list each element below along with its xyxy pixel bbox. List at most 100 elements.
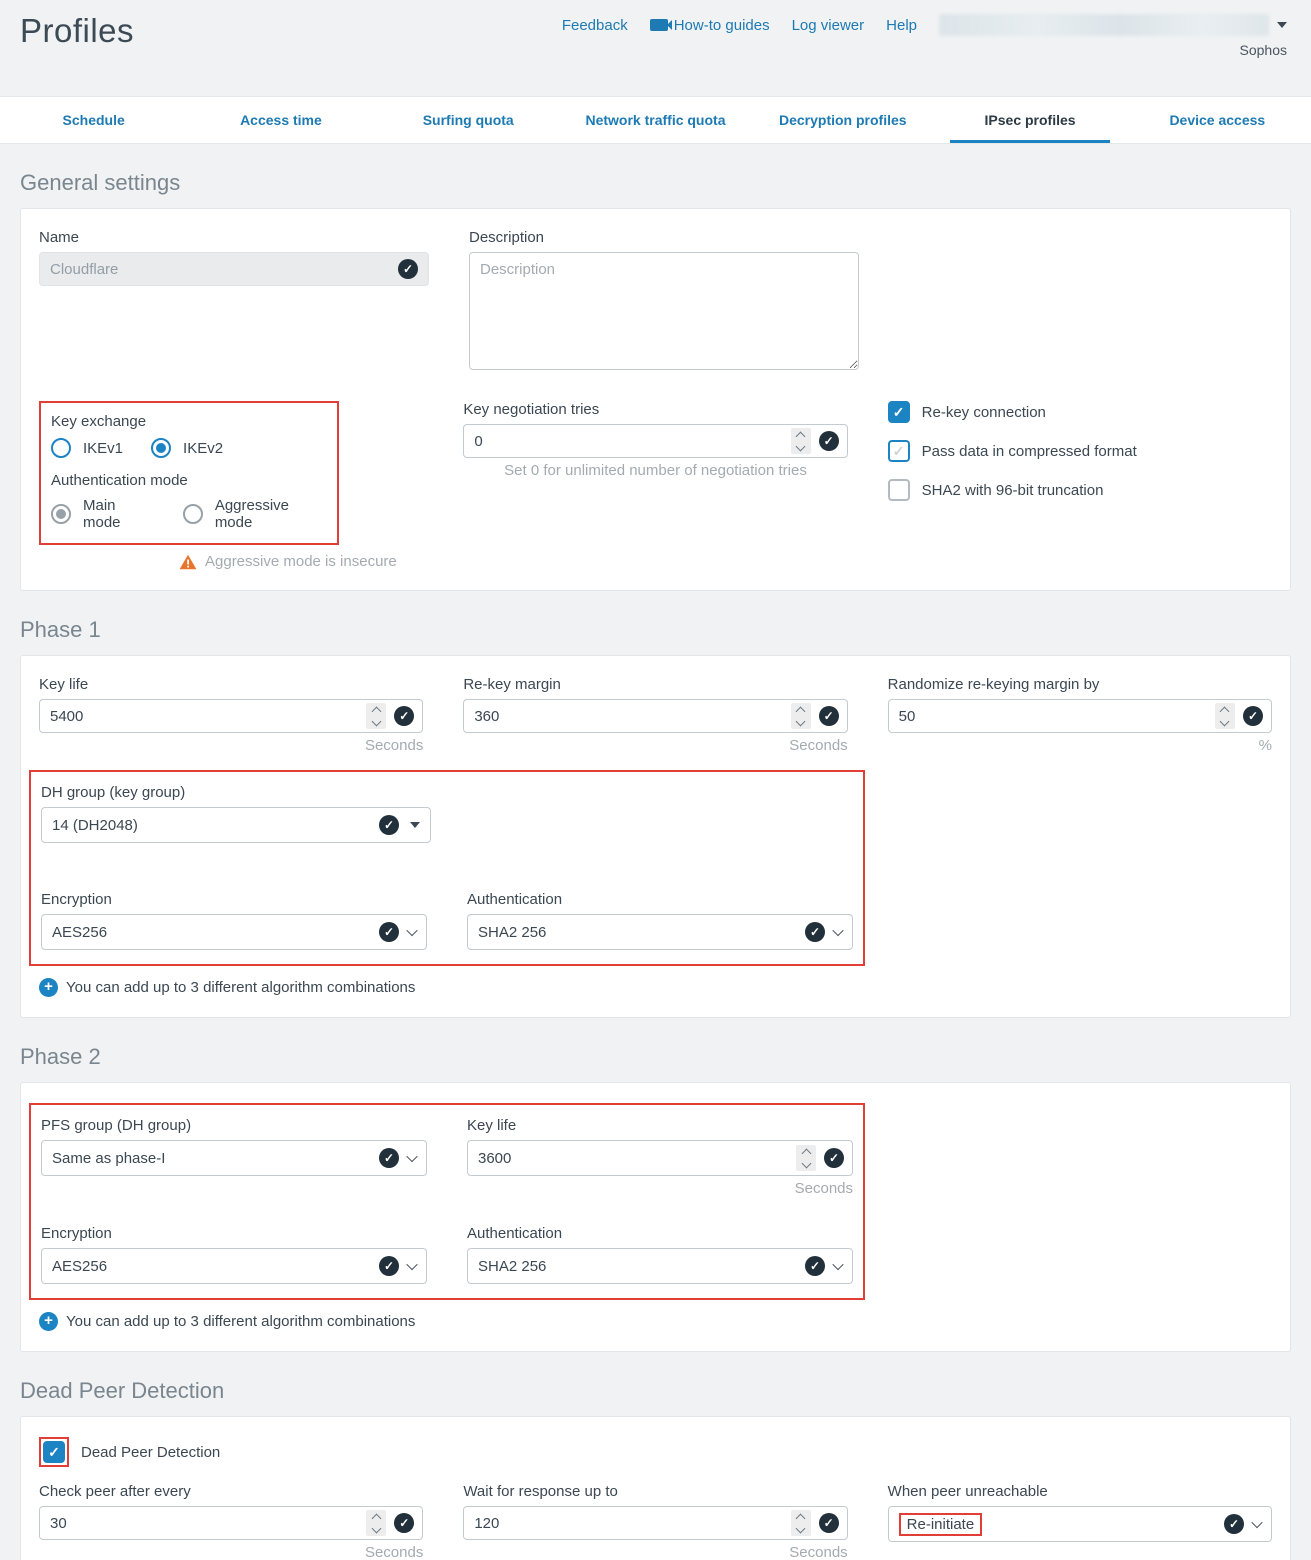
dpd-checkbox-highlight-box: ✓ — [39, 1437, 69, 1467]
p2-key-life-field: ✓ — [467, 1140, 853, 1176]
valid-check-icon: ✓ — [379, 1256, 399, 1276]
stepper-up-icon — [796, 1513, 806, 1523]
dpd-unreachable-value: Re-initiate — [899, 1513, 983, 1536]
description-label: Description — [469, 229, 859, 246]
dropdown-caret-icon — [410, 822, 420, 828]
p2-encryption-value: AES256 — [52, 1258, 373, 1275]
plus-circle-icon: + — [39, 978, 58, 997]
chevron-down-icon — [406, 925, 417, 936]
tab-access-time[interactable]: Access time — [187, 97, 374, 143]
feedback-link[interactable]: Feedback — [562, 17, 628, 34]
dpd-unreachable-value-wrap: Re-initiate — [899, 1513, 1218, 1536]
stepper-control[interactable] — [366, 1510, 386, 1536]
valid-check-icon: ✓ — [379, 1148, 399, 1168]
p1-encryption-select[interactable]: AES256 ✓ — [41, 914, 427, 950]
top-links: Feedback How-to guides Log viewer Help — [562, 14, 1287, 36]
p2-pfs-value: Same as phase-I — [52, 1150, 373, 1167]
key-negotiation-help: Set 0 for unlimited number of negotiatio… — [463, 462, 847, 479]
p2-encryption-select[interactable]: AES256 ✓ — [41, 1248, 427, 1284]
log-viewer-link[interactable]: Log viewer — [792, 17, 865, 34]
compressed-format-checkbox[interactable]: ✓ — [888, 440, 910, 462]
key-negotiation-input[interactable] — [474, 433, 790, 450]
tab-device-access[interactable]: Device access — [1124, 97, 1311, 143]
compressed-format-row: ✓ Pass data in compressed format — [888, 440, 1272, 462]
p2-authentication-select[interactable]: SHA2 256 ✓ — [467, 1248, 853, 1284]
p2-authentication-value: SHA2 256 — [478, 1258, 799, 1275]
p1-key-life-field: ✓ — [39, 699, 423, 733]
p1-authentication-label: Authentication — [467, 891, 853, 908]
p1-rekey-margin-input[interactable] — [474, 708, 790, 725]
stepper-control[interactable] — [791, 703, 811, 729]
tab-ipsec-profiles[interactable]: IPsec profiles — [936, 97, 1123, 143]
dpd-wait-input[interactable] — [474, 1515, 790, 1532]
aggressive-warning-text: Aggressive mode is insecure — [205, 553, 397, 570]
rekey-connection-row: ✓ Re-key connection — [888, 401, 1272, 423]
stepper-up-icon — [1220, 706, 1230, 716]
dpd-enable-checkbox[interactable]: ✓ — [43, 1441, 65, 1463]
p1-key-life-label: Key life — [39, 676, 423, 693]
dpd-unreachable-label: When peer unreachable — [888, 1483, 1272, 1500]
stepper-down-icon — [1220, 716, 1230, 726]
valid-check-icon: ✓ — [805, 922, 825, 942]
phase2-heading: Phase 2 — [20, 1044, 1291, 1070]
radio-ikev1[interactable] — [51, 438, 71, 458]
p1-rekey-margin-label: Re-key margin — [463, 676, 847, 693]
valid-check-icon: ✓ — [819, 706, 839, 726]
name-field-shell: ✓ — [39, 252, 429, 286]
valid-check-icon: ✓ — [394, 1513, 414, 1533]
p1-rekey-margin-field: ✓ — [463, 699, 847, 733]
dpd-check-peer-field: ✓ — [39, 1506, 423, 1540]
rekey-connection-checkbox[interactable]: ✓ — [888, 401, 910, 423]
radio-aggressive-mode-label: Aggressive mode — [215, 497, 327, 531]
chevron-down-icon — [1277, 22, 1287, 28]
tab-surfing-quota[interactable]: Surfing quota — [375, 97, 562, 143]
p1-add-combination[interactable]: + You can add up to 3 different algorith… — [39, 978, 1272, 997]
tab-network-traffic-quota[interactable]: Network traffic quota — [562, 97, 749, 143]
radio-ikev2[interactable] — [151, 438, 171, 458]
stepper-control[interactable] — [1215, 703, 1235, 729]
dpd-heading: Dead Peer Detection — [20, 1378, 1291, 1404]
stepper-up-icon — [801, 1148, 811, 1158]
p1-randomize-input[interactable] — [899, 708, 1215, 725]
dpd-check-peer-label: Check peer after every — [39, 1483, 423, 1500]
p2-key-life-label: Key life — [467, 1117, 853, 1134]
p1-randomize-unit: % — [888, 737, 1272, 754]
stepper-down-icon — [371, 1523, 381, 1533]
general-settings-heading: General settings — [20, 170, 1291, 196]
p1-authentication-select[interactable]: SHA2 256 ✓ — [467, 914, 853, 950]
p2-add-combination[interactable]: + You can add up to 3 different algorith… — [39, 1312, 1272, 1331]
p1-dh-group-select[interactable]: 14 (DH2048) ✓ — [41, 807, 431, 843]
p1-key-life-input[interactable] — [50, 708, 366, 725]
stepper-control[interactable] — [791, 1510, 811, 1536]
radio-aggressive-mode[interactable] — [183, 504, 203, 524]
description-textarea[interactable] — [469, 252, 859, 370]
name-label: Name — [39, 229, 429, 246]
radio-main-mode[interactable] — [51, 504, 71, 524]
aggressive-warning: Aggressive mode is insecure — [179, 553, 423, 570]
dpd-unreachable-select[interactable]: Re-initiate ✓ — [888, 1506, 1272, 1542]
tab-schedule[interactable]: Schedule — [0, 97, 187, 143]
tab-decryption-profiles[interactable]: Decryption profiles — [749, 97, 936, 143]
dpd-check-peer-input[interactable] — [50, 1515, 366, 1532]
stepper-up-icon — [371, 1513, 381, 1523]
name-input[interactable] — [50, 261, 390, 278]
user-menu[interactable] — [939, 14, 1287, 36]
p2-pfs-select[interactable]: Same as phase-I ✓ — [41, 1140, 427, 1176]
valid-check-icon: ✓ — [394, 706, 414, 726]
radio-main-mode-label: Main mode — [83, 497, 155, 531]
warning-triangle-icon — [179, 554, 197, 570]
stepper-control[interactable] — [796, 1145, 816, 1171]
stepper-up-icon — [796, 706, 806, 716]
dpd-wait-unit: Seconds — [463, 1544, 847, 1560]
dpd-enable-label: Dead Peer Detection — [81, 1444, 220, 1461]
sha2-truncation-checkbox[interactable]: ✓ — [888, 479, 910, 501]
sha2-truncation-row: ✓ SHA2 with 96-bit truncation — [888, 479, 1272, 501]
help-link[interactable]: Help — [886, 17, 917, 34]
p2-key-life-input[interactable] — [478, 1150, 796, 1167]
p1-dh-group-value: 14 (DH2048) — [52, 817, 373, 834]
howto-guides-link[interactable]: How-to guides — [650, 17, 770, 34]
stepper-control[interactable] — [366, 703, 386, 729]
stepper-control[interactable] — [791, 428, 811, 454]
plus-circle-icon: + — [39, 1312, 58, 1331]
stepper-up-icon — [371, 706, 381, 716]
